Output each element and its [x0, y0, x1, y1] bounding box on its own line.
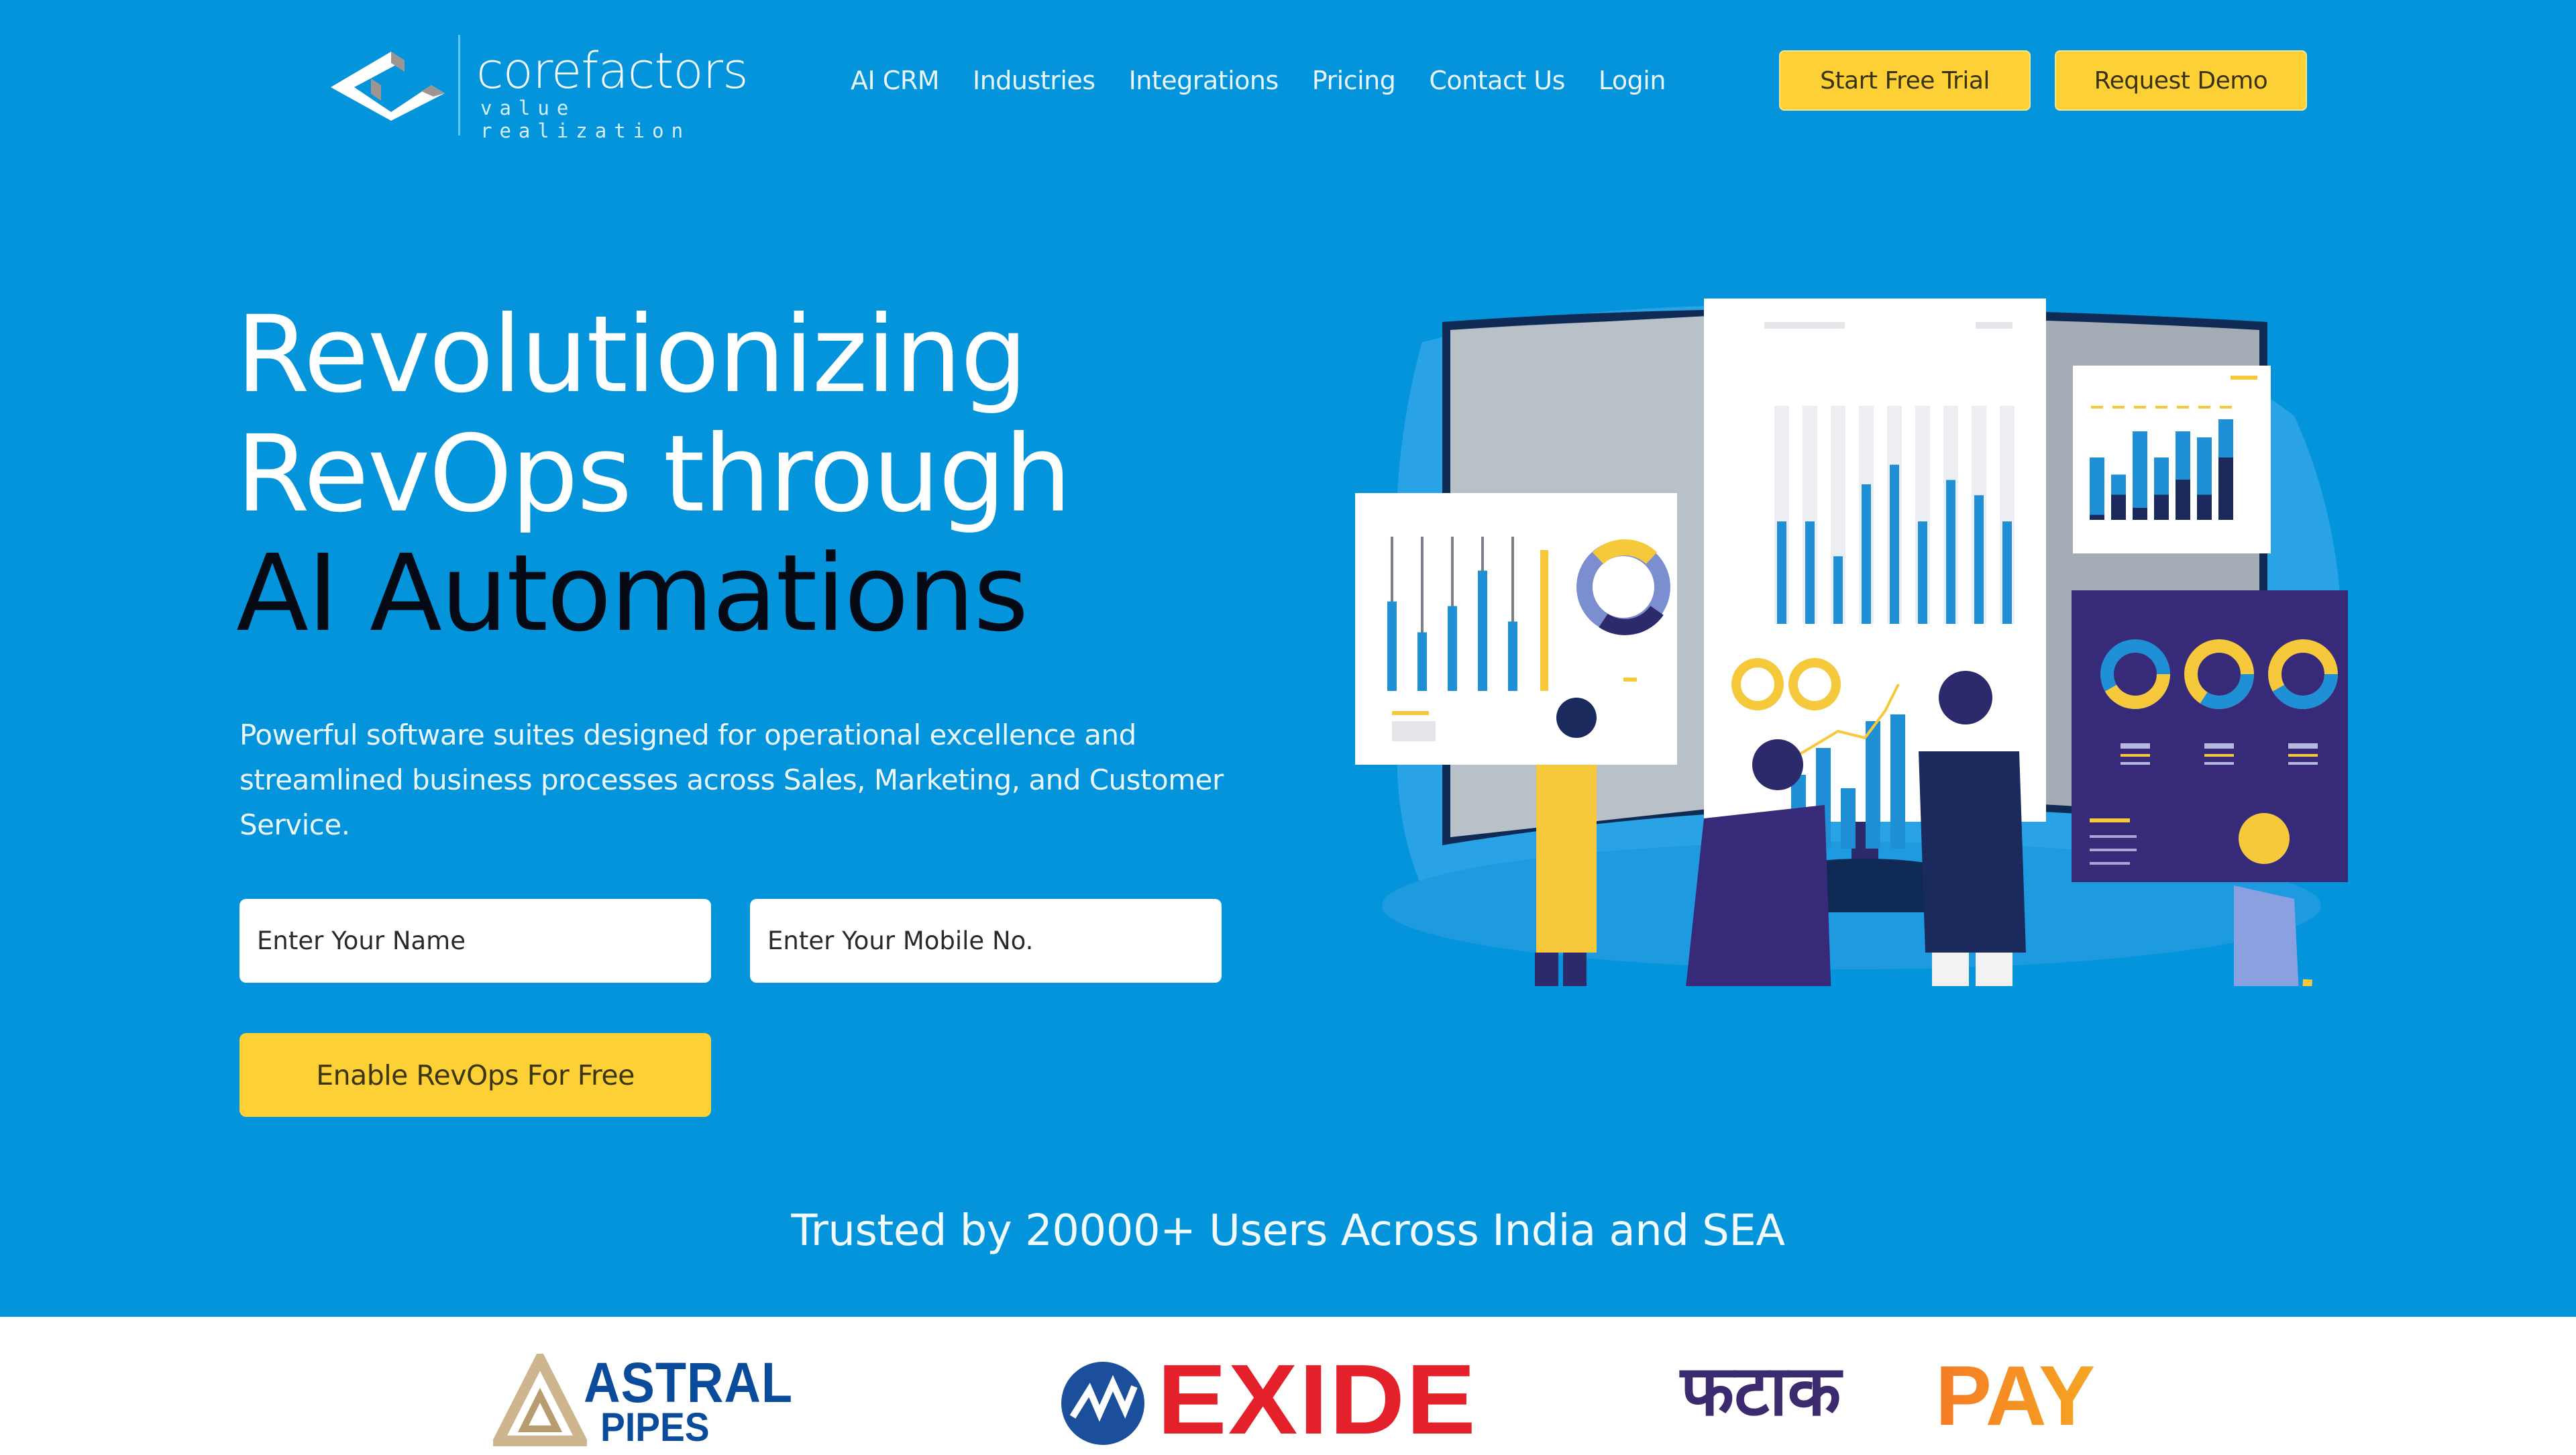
start-free-trial-button[interactable]: Start Free Trial — [1779, 50, 2031, 111]
bar — [2002, 521, 2012, 624]
name-input[interactable] — [239, 899, 711, 983]
bar-cap — [2112, 406, 2125, 409]
bar — [1866, 721, 1880, 849]
bar — [1918, 521, 1927, 624]
corefactors-logo[interactable]: corefactors value realization — [327, 35, 757, 142]
bar — [1890, 714, 1905, 849]
mobile-input[interactable] — [750, 899, 1222, 983]
donut-label — [2204, 762, 2234, 765]
hero-section: corefactors value realization AI CRM Ind… — [0, 0, 2576, 1317]
donut-label — [2121, 762, 2150, 765]
hero-subtext: Powerful software suites designed for op… — [239, 718, 1224, 841]
bar-stack — [2154, 494, 2169, 520]
bar-cap — [2134, 406, 2146, 409]
bar — [1946, 480, 1955, 624]
donut-label — [2204, 754, 2234, 757]
logo-divider — [458, 35, 460, 136]
fatak-hindi-text: फटाक — [1680, 1350, 1841, 1432]
bar — [1777, 521, 1786, 624]
donut-label — [2121, 754, 2150, 757]
exide-text: EXIDE — [1157, 1344, 1477, 1455]
nav-contact-us[interactable]: Contact Us — [1429, 64, 1565, 97]
bar — [1478, 570, 1487, 691]
donut-label — [2121, 743, 2150, 749]
bar-stack — [2111, 494, 2126, 520]
team-dashboard-illustration — [1355, 299, 2348, 986]
bar-cap — [2091, 406, 2103, 409]
donut-label — [2288, 754, 2318, 757]
trusted-by-text: Trusted by 20000+ Users Across India and… — [791, 1206, 1785, 1256]
exide-logo: EXIDE — [1057, 1350, 1486, 1451]
bar — [1805, 521, 1815, 624]
bar — [1508, 621, 1517, 691]
fatakpay-logo: फटाक PAY — [1680, 1347, 2110, 1448]
astral-triangle-icon — [493, 1354, 587, 1446]
donut-label — [2204, 743, 2234, 749]
logo-tagline: value realization — [480, 97, 691, 142]
bar — [1387, 601, 1397, 691]
pipes-text: PIPES — [600, 1405, 710, 1450]
corefactors-logo-icon — [331, 52, 445, 121]
bar-stack — [2197, 494, 2212, 520]
center-bar-chart — [1774, 406, 2015, 624]
headline-line-1: Revolutionizing — [236, 293, 1028, 417]
bar-stack — [2218, 457, 2233, 520]
bar — [1833, 556, 1843, 624]
nav-ai-crm[interactable]: AI CRM — [851, 64, 940, 97]
bar-stack — [2090, 515, 2104, 520]
bar — [1448, 606, 1457, 691]
nav-industries[interactable]: Industries — [973, 64, 1095, 97]
bar-stack — [2133, 508, 2147, 520]
headline-line-2: RevOps through — [236, 413, 1071, 536]
bar — [1974, 495, 1984, 624]
request-demo-button[interactable]: Request Demo — [2055, 50, 2307, 111]
pay-text: PAY — [1935, 1348, 2096, 1443]
bar — [2133, 431, 2147, 520]
donut-label — [2288, 762, 2318, 765]
growth-arrow-bar — [1540, 550, 1548, 691]
headline-line-3: AI Automations — [236, 532, 1028, 655]
bar-cap — [2198, 406, 2210, 409]
bar — [1862, 484, 1871, 624]
main-nav: AI CRM Industries Integrations Pricing C… — [851, 64, 1666, 97]
bar-cap — [2220, 406, 2232, 409]
bar — [2090, 457, 2104, 520]
bar — [1841, 788, 1856, 849]
logo-wordmark: corefactors — [476, 42, 749, 100]
bar-stack — [2176, 480, 2190, 520]
bar-cap — [2155, 406, 2167, 409]
nav-integrations[interactable]: Integrations — [1129, 64, 1279, 97]
nav-login[interactable]: Login — [1599, 64, 1666, 97]
nav-pricing[interactable]: Pricing — [1312, 64, 1396, 97]
astral-pipes-logo: ASTRAL PIPES — [493, 1354, 815, 1448]
exide-bolt-icon — [1061, 1362, 1144, 1445]
hero-headline: Revolutionizing RevOps through AI Automa… — [236, 293, 1071, 655]
client-logos-strip: ASTRAL PIPES EXIDE फटाक PAY — [0, 1317, 2576, 1451]
bar-cap — [2177, 406, 2189, 409]
donut-label — [2288, 743, 2318, 749]
bar — [1890, 464, 1899, 624]
purple-donut-panel — [2072, 590, 2348, 882]
astral-text: ASTRAL — [584, 1351, 793, 1414]
enable-revops-button[interactable]: Enable RevOps For Free — [239, 1033, 711, 1117]
bar — [1417, 632, 1427, 691]
